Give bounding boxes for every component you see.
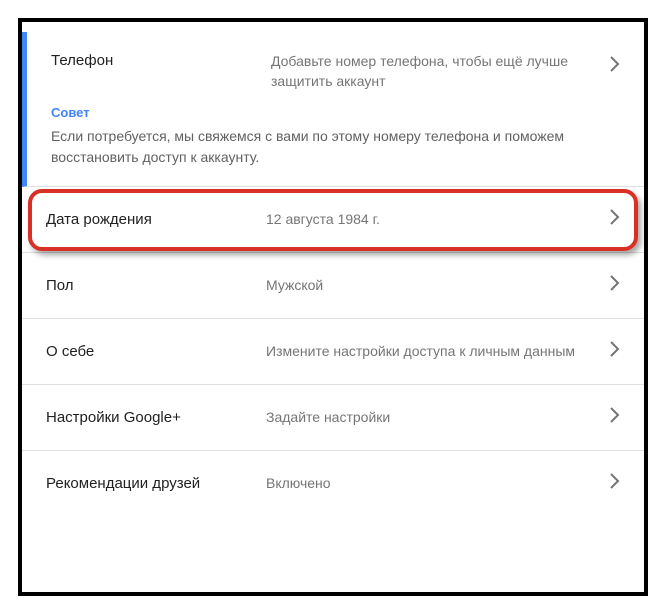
row-phone[interactable]: Телефон Добавьте номер телефона, чтобы е… <box>22 32 644 187</box>
row-birthday-label: Дата рождения <box>46 211 266 228</box>
row-about[interactable]: О себе Измените настройки доступа к личн… <box>22 319 644 385</box>
chevron-right-icon <box>610 407 620 428</box>
row-googleplus[interactable]: Настройки Google+ Задайте настройки <box>22 385 644 451</box>
row-about-value: Измените настройки доступа к личным данн… <box>266 342 610 362</box>
row-gender-value: Мужской <box>266 276 610 296</box>
row-recommendations-value: Включено <box>266 474 610 494</box>
chevron-right-icon <box>610 209 620 230</box>
chevron-right-icon <box>610 473 620 494</box>
row-googleplus-label: Настройки Google+ <box>46 409 266 426</box>
row-recommendations[interactable]: Рекомендации друзей Включено <box>22 451 644 516</box>
hint-text: Если потребуется, мы свяжемся с вами по … <box>51 126 620 168</box>
settings-panel: Телефон Добавьте номер телефона, чтобы е… <box>18 18 648 596</box>
row-phone-top: Телефон Добавьте номер телефона, чтобы е… <box>51 50 620 91</box>
row-birthday-wrap: Дата рождения 12 августа 1984 г. <box>22 187 644 253</box>
row-gender-label: Пол <box>46 277 266 294</box>
row-phone-label: Телефон <box>51 50 271 69</box>
chevron-right-icon <box>610 341 620 362</box>
row-birthday-value: 12 августа 1984 г. <box>266 210 610 230</box>
row-recommendations-label: Рекомендации друзей <box>46 475 266 492</box>
row-about-label: О себе <box>46 343 266 360</box>
row-gender[interactable]: Пол Мужской <box>22 253 644 319</box>
row-phone-value: Добавьте номер телефона, чтобы ещё лучше… <box>271 50 610 91</box>
hint-label: Совет <box>51 105 620 120</box>
row-birthday[interactable]: Дата рождения 12 августа 1984 г. <box>22 187 644 253</box>
row-googleplus-value: Задайте настройки <box>266 408 610 428</box>
settings-list: Телефон Добавьте номер телефона, чтобы е… <box>22 32 644 516</box>
chevron-right-icon <box>610 56 620 77</box>
chevron-right-icon <box>610 275 620 296</box>
